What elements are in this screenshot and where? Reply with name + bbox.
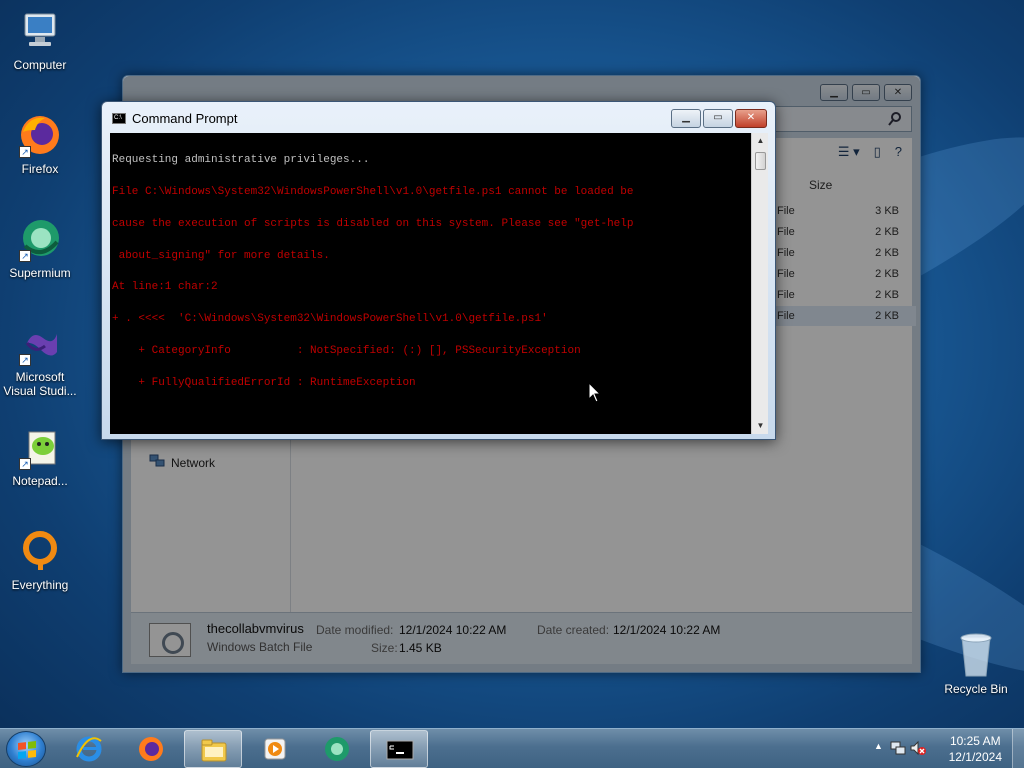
console-error-line: At line:1 char:2 bbox=[112, 281, 218, 294]
desktop-icon-label: Everything bbox=[11, 578, 69, 592]
console-error-line: + CategoryInfo : NotSpecified: (:) [], P… bbox=[112, 344, 581, 357]
internet-explorer-icon bbox=[75, 735, 103, 763]
network-status-icon[interactable] bbox=[890, 740, 906, 756]
console-output[interactable]: Requesting administrative privileges... … bbox=[110, 133, 751, 434]
shortcut-arrow-icon: ↗ bbox=[19, 458, 31, 470]
maximize-button[interactable]: ▭ bbox=[703, 109, 733, 128]
notepad-plus-plus-icon: ↗ bbox=[17, 424, 63, 470]
supermium-icon: ↗ bbox=[17, 216, 63, 262]
close-button[interactable]: ✕ bbox=[735, 109, 767, 128]
clock-time: 10:25 AM bbox=[949, 734, 1001, 748]
desktop-icon-label: Supermium bbox=[9, 266, 71, 280]
taskbar: ▲ 10:25 AM 12/1/2024 bbox=[0, 728, 1024, 768]
media-player-icon bbox=[261, 735, 289, 763]
show-desktop-button[interactable] bbox=[1012, 729, 1024, 768]
desktop-icon-label: Recycle Bin bbox=[944, 682, 1008, 696]
console-error-line: + . <<<< 'C:\Windows\System32\WindowsPow… bbox=[112, 313, 548, 326]
firefox-icon: ↗ bbox=[17, 112, 63, 158]
scroll-down-icon[interactable]: ▼ bbox=[752, 418, 769, 434]
title-bar[interactable]: C:\ Command Prompt ▁ ▭ ✕ bbox=[102, 102, 775, 132]
minimize-button[interactable]: ▁ bbox=[671, 109, 701, 128]
scroll-up-icon[interactable]: ▲ bbox=[752, 133, 769, 149]
taskbar-firefox[interactable] bbox=[122, 730, 180, 768]
desktop-icon-label: Notepad... bbox=[12, 474, 68, 488]
visual-studio-icon: ↗ bbox=[17, 320, 63, 366]
volume-muted-icon[interactable] bbox=[910, 740, 926, 756]
desktop-icon-notepad[interactable]: ↗ Notepad... bbox=[0, 424, 80, 488]
show-hidden-icons-icon[interactable]: ▲ bbox=[874, 741, 883, 751]
window-title: Command Prompt bbox=[132, 111, 238, 126]
desktop-icon-recycle-bin[interactable]: Recycle Bin bbox=[938, 630, 1014, 696]
start-button[interactable] bbox=[6, 731, 46, 767]
command-prompt-icon bbox=[386, 736, 414, 764]
windows-logo-icon bbox=[18, 741, 36, 759]
supermium-icon bbox=[323, 735, 351, 763]
shortcut-arrow-icon: ↗ bbox=[19, 146, 31, 158]
taskbar-internet-explorer[interactable] bbox=[60, 730, 118, 768]
desktop-icon-label: Computer bbox=[13, 58, 67, 72]
computer-icon bbox=[17, 8, 63, 54]
system-tray: ▲ 10:25 AM 12/1/2024 bbox=[864, 729, 1024, 768]
desktop-icon-everything[interactable]: Everything bbox=[0, 528, 80, 592]
system-clock[interactable]: 10:25 AM 12/1/2024 bbox=[949, 733, 1002, 765]
desktop-icon-label: Firefox bbox=[21, 162, 59, 176]
vertical-scrollbar[interactable]: ▲ ▼ bbox=[751, 133, 768, 434]
recycle-bin-icon bbox=[956, 630, 996, 678]
taskbar-supermium[interactable] bbox=[308, 730, 366, 768]
console-error-line: + FullyQualifiedErrorId : RuntimeExcepti… bbox=[112, 376, 416, 389]
firefox-icon bbox=[137, 735, 165, 763]
folder-icon bbox=[200, 736, 228, 764]
command-prompt-window[interactable]: C:\ Command Prompt ▁ ▭ ✕ Requesting admi… bbox=[101, 101, 776, 440]
command-prompt-icon: C:\ bbox=[112, 113, 126, 124]
taskbar-media-player[interactable] bbox=[246, 730, 304, 768]
console-error-line: about_signing" for more details. bbox=[112, 249, 330, 262]
everything-search-icon bbox=[17, 528, 63, 574]
mouse-cursor-icon bbox=[588, 381, 602, 404]
desktop-icon-label: Microsoft Visual Studi... bbox=[3, 370, 77, 398]
taskbar-windows-explorer[interactable] bbox=[184, 730, 242, 768]
desktop-icon-visual-studio[interactable]: ↗ Microsoft Visual Studi... bbox=[0, 320, 80, 398]
shortcut-arrow-icon: ↗ bbox=[19, 354, 31, 366]
console-error-line: File C:\Windows\System32\WindowsPowerShe… bbox=[112, 185, 634, 198]
taskbar-command-prompt[interactable] bbox=[370, 730, 428, 768]
console-line: Requesting administrative privileges... bbox=[112, 154, 370, 167]
desktop-icon-firefox[interactable]: ↗ Firefox bbox=[0, 112, 80, 176]
scroll-thumb[interactable] bbox=[755, 152, 766, 170]
shortcut-arrow-icon: ↗ bbox=[19, 250, 31, 262]
desktop-icon-supermium[interactable]: ↗ Supermium bbox=[0, 216, 80, 280]
clock-date: 12/1/2024 bbox=[948, 750, 1002, 764]
desktop-icon-computer[interactable]: Computer bbox=[0, 8, 80, 72]
console-error-line: cause the execution of scripts is disabl… bbox=[112, 217, 634, 230]
window-controls: ▁ ▭ ✕ bbox=[671, 109, 767, 128]
